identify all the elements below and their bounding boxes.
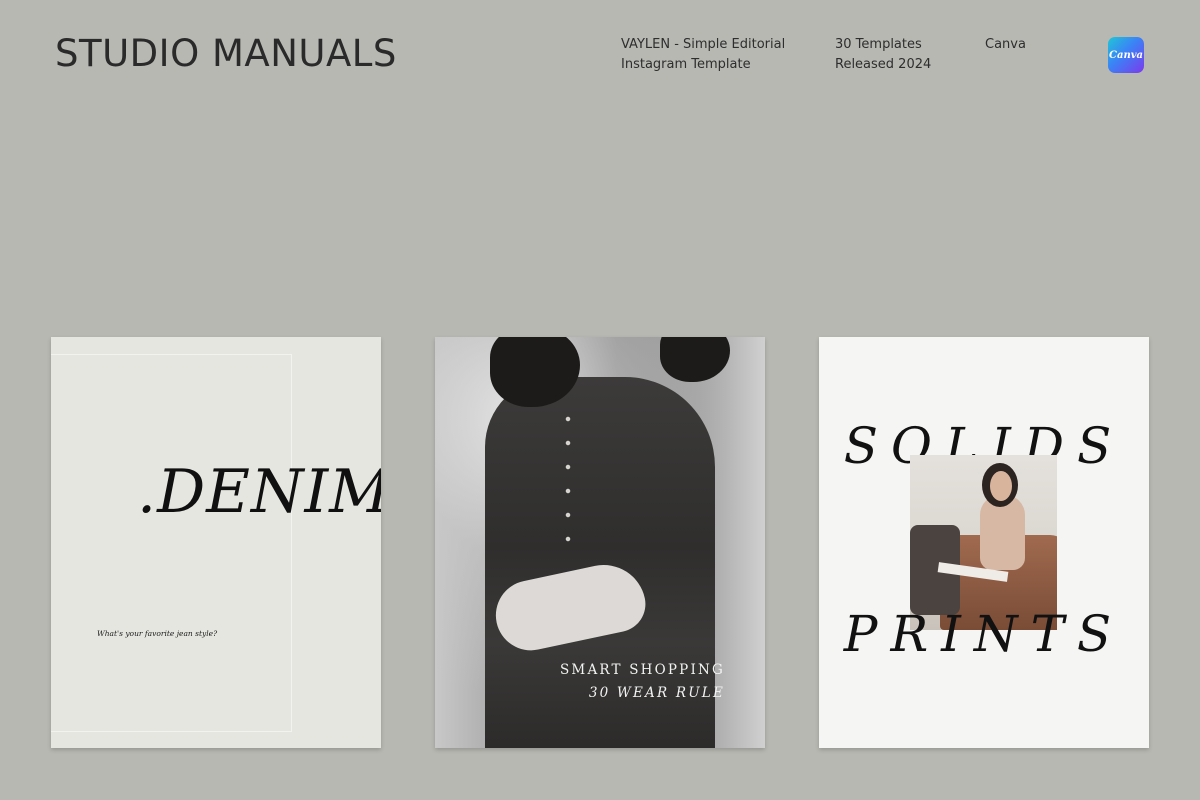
denim-question: What's your favorite jean style? [97,629,218,638]
product-name: VAYLEN - Simple Editorial Instagram Temp… [621,35,801,75]
release-year-line: Released 2024 [835,57,932,72]
product-name-line1: VAYLEN - Simple Editorial [621,37,786,52]
inset-face [990,471,1012,501]
denim-frame [51,354,292,732]
photo-buttons [565,407,571,547]
denim-title: .DENIM [137,457,381,527]
caption-line2: 30 WEAR RULE [588,685,725,701]
template-card-solids[interactable]: SOLIDS PRINTS [819,337,1149,748]
inset-photo [910,455,1057,630]
platform-label: Canva [985,35,1026,55]
template-card-denim[interactable]: .DENIM What's your favorite jean style? [51,337,381,748]
caption-line1: SMART SHOPPING [559,662,725,678]
canva-logo-icon[interactable]: Canva [1108,37,1144,73]
template-count: 30 Templates Released 2024 [835,35,965,75]
template-card-photo[interactable]: SMART SHOPPING 30 WEAR RULE [435,337,765,748]
prints-word: PRINTS [843,605,1125,663]
platform-text: Canva [985,37,1026,52]
brand-title: STUDIO MANUALS [55,32,397,75]
canva-logo-text: Canva [1109,49,1143,61]
template-count-line: 30 Templates [835,37,922,52]
product-name-line2: Instagram Template [621,57,751,72]
photo-caption: SMART SHOPPING 30 WEAR RULE [560,659,725,705]
